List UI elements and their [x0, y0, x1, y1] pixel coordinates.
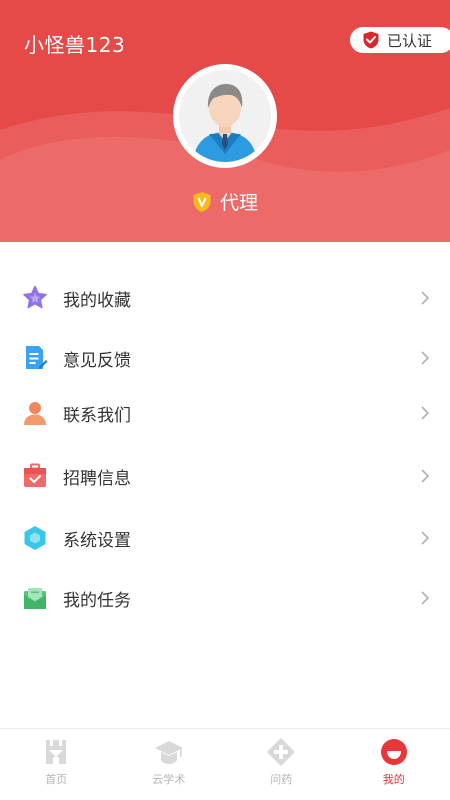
tab-ask-medicine[interactable]: 问药 [225, 729, 338, 800]
tab-label: 云学术 [152, 773, 186, 786]
hexagon-settings-icon [24, 526, 46, 550]
tab-mine[interactable]: 我的 [338, 729, 450, 800]
chevron-right-icon [421, 591, 430, 605]
menu-item-label: 我的收藏 [63, 290, 131, 311]
briefcase-icon [24, 463, 46, 487]
menu-item-label: 系统设置 [63, 530, 131, 551]
tab-home[interactable]: 首页 [0, 729, 113, 800]
menu-item-favorites[interactable]: 我的收藏 [0, 270, 450, 326]
home-icon [46, 740, 67, 764]
tab-label: 我的 [382, 773, 405, 786]
tab-label: 首页 [45, 773, 68, 786]
shield-check-icon [363, 31, 379, 49]
role-row: 代理 [0, 188, 450, 215]
menu-item-label: 我的任务 [63, 590, 131, 611]
user-avatar-icon [179, 70, 271, 162]
avatar-image [179, 70, 271, 162]
menu-item-label: 联系我们 [63, 405, 131, 426]
tab-academic[interactable]: 云学术 [113, 729, 226, 800]
menu-item-tasks[interactable]: 我的任务 [0, 570, 450, 626]
menu-item-settings[interactable]: 系统设置 [0, 510, 450, 566]
avatar[interactable] [173, 64, 277, 168]
menu-item-recruitment[interactable]: 招聘信息 [0, 448, 450, 504]
menu-item-label: 招聘信息 [63, 468, 131, 489]
verified-badge[interactable]: 已认证 [350, 27, 450, 53]
document-edit-icon [26, 346, 48, 369]
person-icon [24, 402, 46, 425]
chevron-right-icon [421, 531, 430, 545]
chevron-right-icon [421, 406, 430, 420]
profile-header: 小怪兽123 已认证 代理 [0, 0, 450, 242]
graduation-cap-icon [154, 741, 183, 764]
bottom-tab-bar: 首页 云学术 问药 我的 [0, 728, 450, 800]
role-label: 代理 [219, 192, 258, 214]
menu-item-contact[interactable]: 联系我们 [0, 385, 450, 441]
star-icon [23, 285, 47, 309]
chevron-right-icon [421, 351, 430, 365]
username: 小怪兽123 [24, 33, 126, 57]
tab-label: 问药 [270, 773, 293, 786]
chevron-right-icon [421, 291, 430, 305]
chevron-right-icon [421, 469, 430, 483]
profile-icon [380, 739, 407, 765]
vip-shield-icon [193, 191, 211, 212]
medical-cross-icon [267, 738, 296, 766]
menu-item-label: 意见反馈 [63, 350, 131, 371]
verified-label: 已认证 [387, 31, 433, 50]
envelope-icon [24, 588, 46, 609]
menu-item-feedback[interactable]: 意见反馈 [0, 330, 450, 386]
